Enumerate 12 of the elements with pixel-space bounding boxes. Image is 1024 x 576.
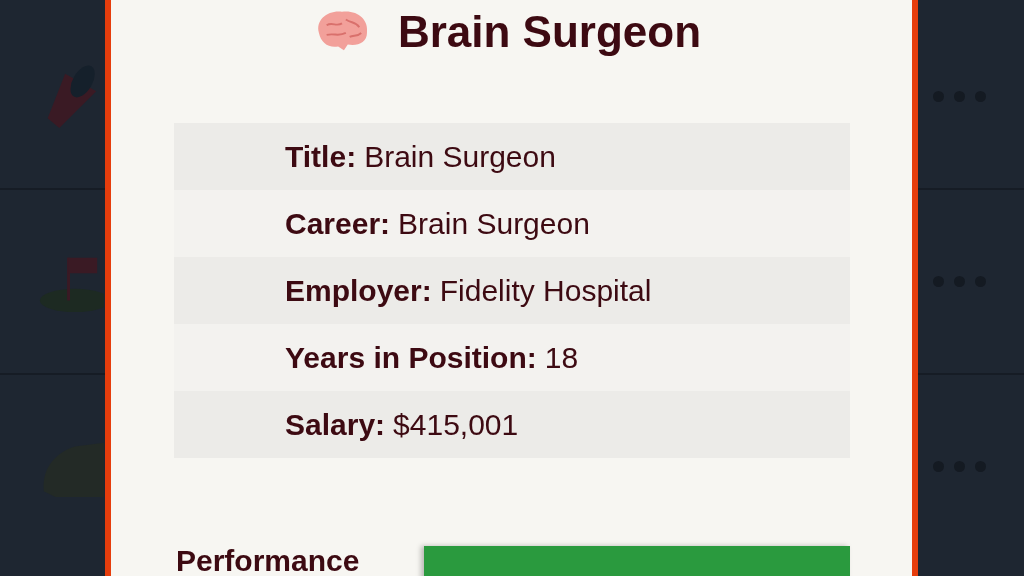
detail-label: Title:: [285, 139, 357, 174]
detail-label: Salary:: [285, 407, 386, 442]
dialog-title: Brain Surgeon: [397, 7, 702, 57]
detail-value: Brain Surgeon: [398, 206, 590, 241]
detail-value: Brain Surgeon: [364, 139, 556, 174]
detail-label: Employer:: [285, 273, 432, 308]
detail-value: $415,001: [393, 407, 519, 442]
detail-value: Fidelity Hospital: [439, 273, 652, 308]
detail-value: 18: [544, 340, 579, 375]
detail-label: Years in Position:: [285, 340, 537, 375]
detail-label: Career:: [285, 206, 391, 241]
meter-label: Performance: [176, 544, 361, 576]
